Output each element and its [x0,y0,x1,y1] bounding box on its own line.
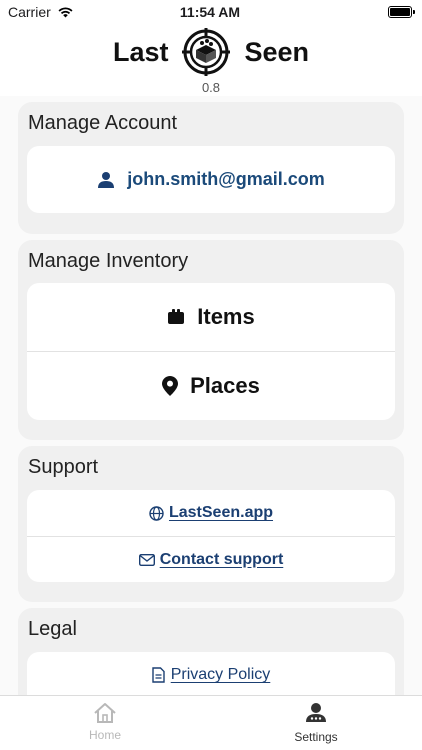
legal-card: Privacy Policy [27,652,395,695]
section-title: Legal [28,618,77,640]
section-support: Support LastSeen.app Contact support [18,446,404,602]
account-email: john.smith@gmail.com [127,169,325,189]
places-label: Places [190,373,260,398]
box-icon [168,309,185,324]
tab-settings-label: Settings [294,730,338,744]
section-manage-account: Manage Account john.smith@gmail.com [18,102,404,234]
website-label: LastSeen.app [168,504,274,521]
account-card: john.smith@gmail.com [27,146,395,213]
tab-settings[interactable]: Settings [256,702,376,744]
tab-home[interactable]: Home [45,702,165,742]
envelope-icon [138,553,155,566]
tab-bar: Home Settings [0,695,422,750]
inventory-card: Items Places [27,283,395,420]
privacy-policy-link[interactable]: Privacy Policy [27,652,395,695]
status-left: Carrier [8,4,128,20]
app-title: Last Seen [0,28,422,76]
wifi-icon [58,7,73,18]
carrier-label: Carrier [8,4,51,20]
document-icon [152,667,165,683]
section-title: Manage Inventory [28,250,189,272]
globe-icon [149,505,164,521]
house-icon [94,703,116,723]
support-card: LastSeen.app Contact support [27,490,395,582]
settings-content[interactable]: Manage Account john.smith@gmail.com Mana… [0,96,422,695]
title-right: Seen [244,36,310,67]
items-button[interactable]: Items [27,283,395,351]
title-left: Last [112,36,169,67]
app-header: Last Seen 0.8 [0,24,422,96]
version-label: 0.8 [201,80,221,95]
contact-support-label: Contact support [159,550,284,568]
website-link[interactable]: LastSeen.app [27,490,395,536]
clock: 11:54 AM [179,4,241,20]
privacy-policy-label: Privacy Policy [170,666,271,683]
section-legal: Legal Privacy Policy [18,608,404,695]
account-email-row[interactable]: john.smith@gmail.com [27,146,395,213]
person-gear-icon [306,703,326,722]
section-manage-inventory: Manage Inventory Items Places [18,240,404,440]
places-button[interactable]: Places [27,352,395,420]
section-title: Support [28,456,99,478]
status-right [292,6,415,18]
section-title: Manage Account [28,112,177,134]
contact-support-link[interactable]: Contact support [27,537,395,582]
battery-icon [388,6,415,18]
tab-home-label: Home [88,728,121,742]
status-bar: Carrier 11:54 AM [0,0,422,24]
app-logo-icon [182,28,231,76]
items-label: Items [197,304,255,329]
location-pin-icon [162,376,179,396]
person-icon [98,171,115,188]
